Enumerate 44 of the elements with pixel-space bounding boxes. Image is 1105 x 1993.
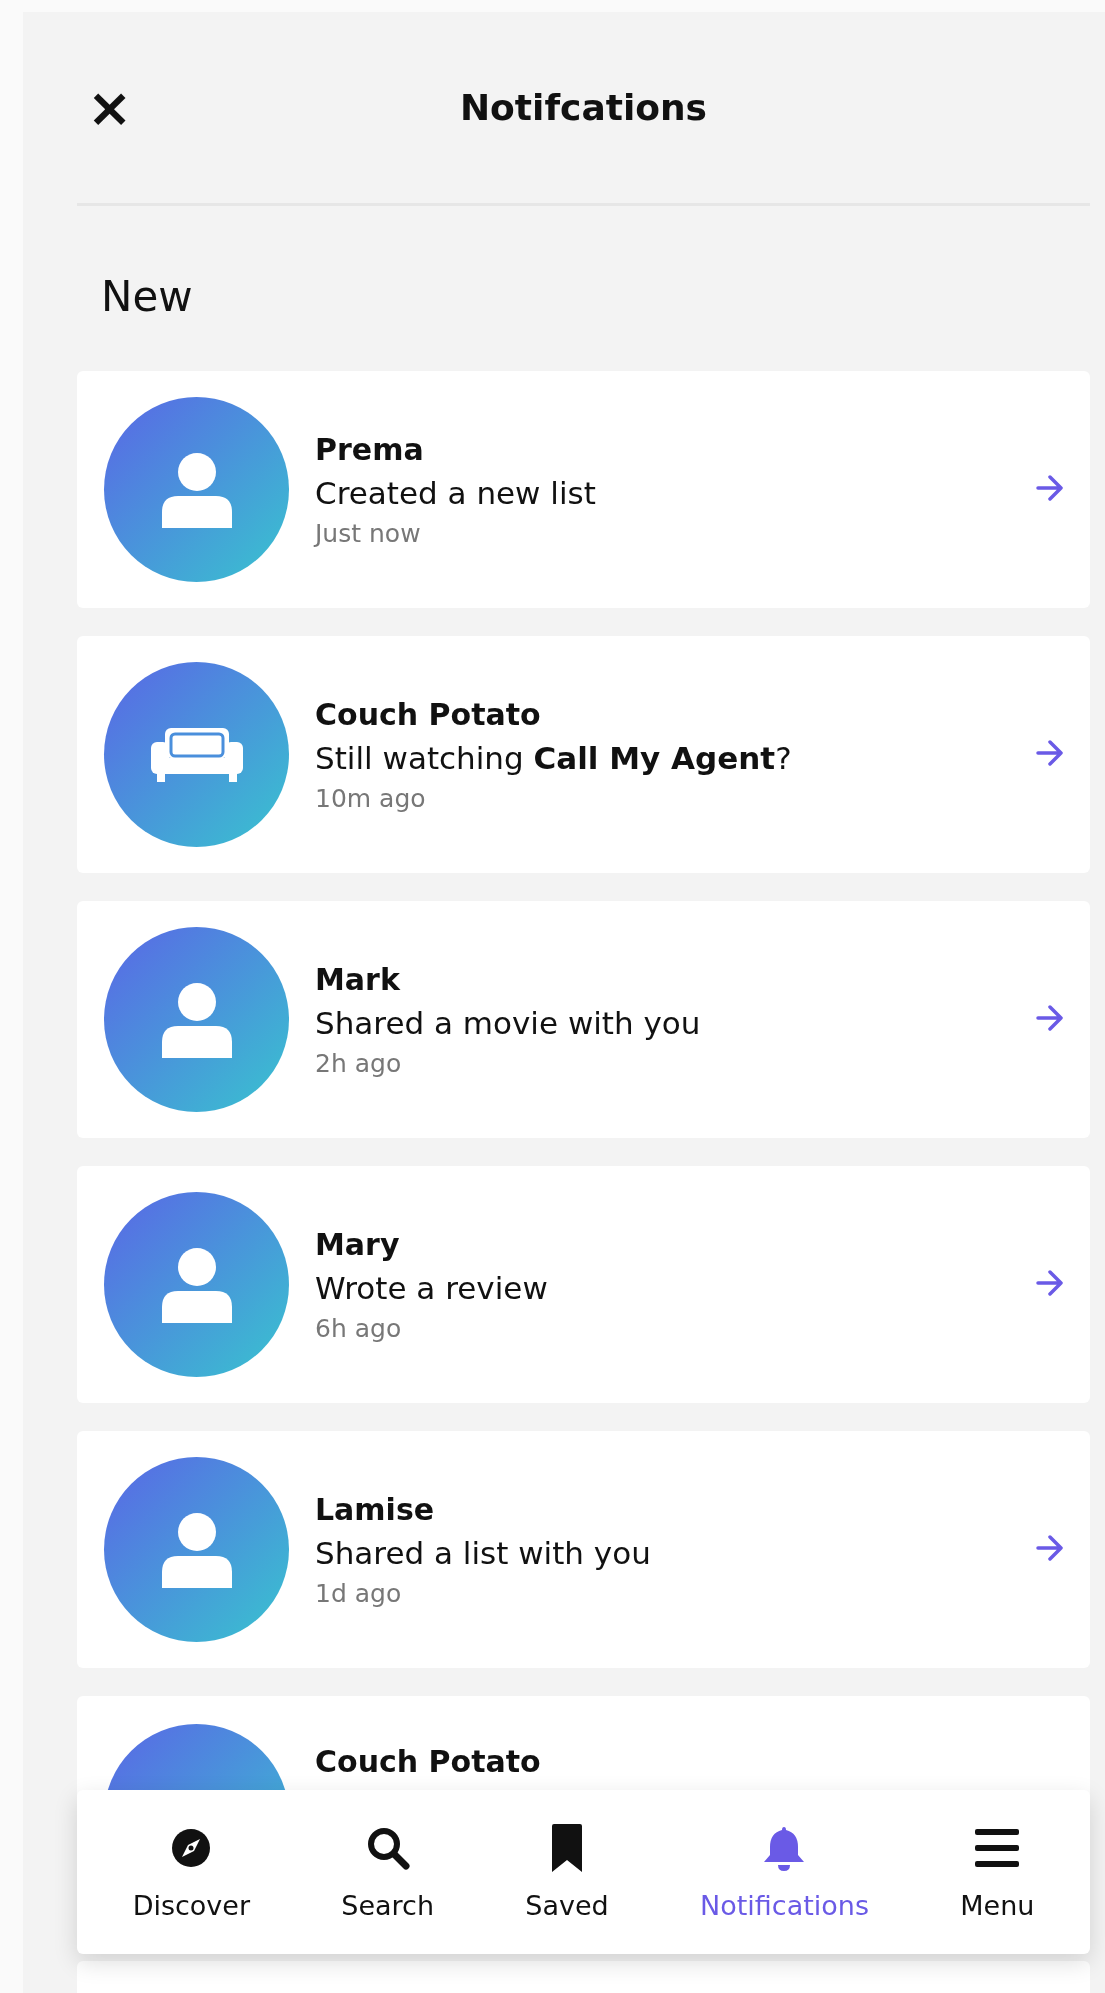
notification-card[interactable]: Mark Shared a movie with you 2h ago bbox=[77, 901, 1090, 1138]
notification-message: Shared a movie with you bbox=[315, 1004, 702, 1041]
nav-tab[interactable]: Saved bbox=[525, 1823, 609, 1921]
sender-name: Prema bbox=[315, 431, 425, 467]
compass-icon bbox=[171, 1827, 212, 1868]
nav-tab[interactable]: Notifications bbox=[700, 1823, 869, 1921]
nav-tab[interactable]: Search bbox=[341, 1823, 435, 1921]
sender-name: Couch Potato bbox=[315, 696, 542, 732]
menu-icon bbox=[975, 1828, 1020, 1867]
arrow-right-icon bbox=[1036, 1004, 1064, 1031]
arrow-right-icon bbox=[1036, 474, 1064, 501]
person-icon bbox=[159, 1246, 234, 1323]
notification-message: Wrote a review bbox=[315, 1269, 549, 1306]
bell-icon bbox=[762, 1824, 807, 1871]
notification-message: Shared a list with you bbox=[315, 1534, 652, 1571]
arrow-right-icon bbox=[1036, 739, 1064, 766]
sender-name: Couch Potato bbox=[315, 1744, 542, 1779]
arrow-right-icon bbox=[1036, 1269, 1064, 1296]
person-icon bbox=[159, 981, 234, 1058]
nav-tab[interactable]: Discover bbox=[132, 1823, 251, 1921]
bookmark-icon bbox=[552, 1823, 582, 1872]
section-heading: New bbox=[101, 272, 193, 321]
notification-time: 2h ago bbox=[315, 1048, 403, 1078]
notification-time: 6h ago bbox=[315, 1313, 403, 1343]
notification-card[interactable]: Prema Created a new list Just now bbox=[77, 371, 1090, 608]
notification-card[interactable]: Mary Wrote a review 6h ago bbox=[77, 1166, 1090, 1403]
arrow-right-icon bbox=[1036, 1534, 1064, 1561]
sender-name: Mary bbox=[315, 1226, 401, 1262]
couch-icon bbox=[150, 727, 243, 782]
notification-time: Just now bbox=[315, 518, 422, 548]
notification-card[interactable]: Lamise Shared a list with you 1d ago bbox=[77, 1431, 1090, 1668]
person-icon bbox=[159, 451, 234, 528]
sender-name: Mark bbox=[315, 961, 401, 997]
notification-message: Created a new list bbox=[315, 474, 597, 511]
close-button[interactable]: × bbox=[87, 80, 133, 135]
notification-time: 10m ago bbox=[315, 783, 427, 813]
notification-time: 1d ago bbox=[315, 1578, 403, 1608]
notification-message: Still watching Call My Agent? bbox=[315, 739, 793, 776]
search-icon bbox=[365, 1825, 410, 1870]
page-title: Notifcations bbox=[459, 87, 707, 128]
notification-card[interactable]: Couch Potato Still watching Call My Agent? 10m ago bbox=[77, 636, 1090, 873]
sender-name: Lamise bbox=[315, 1491, 436, 1527]
nav-tab[interactable]: Menu bbox=[960, 1823, 1035, 1921]
person-icon bbox=[159, 1511, 234, 1588]
